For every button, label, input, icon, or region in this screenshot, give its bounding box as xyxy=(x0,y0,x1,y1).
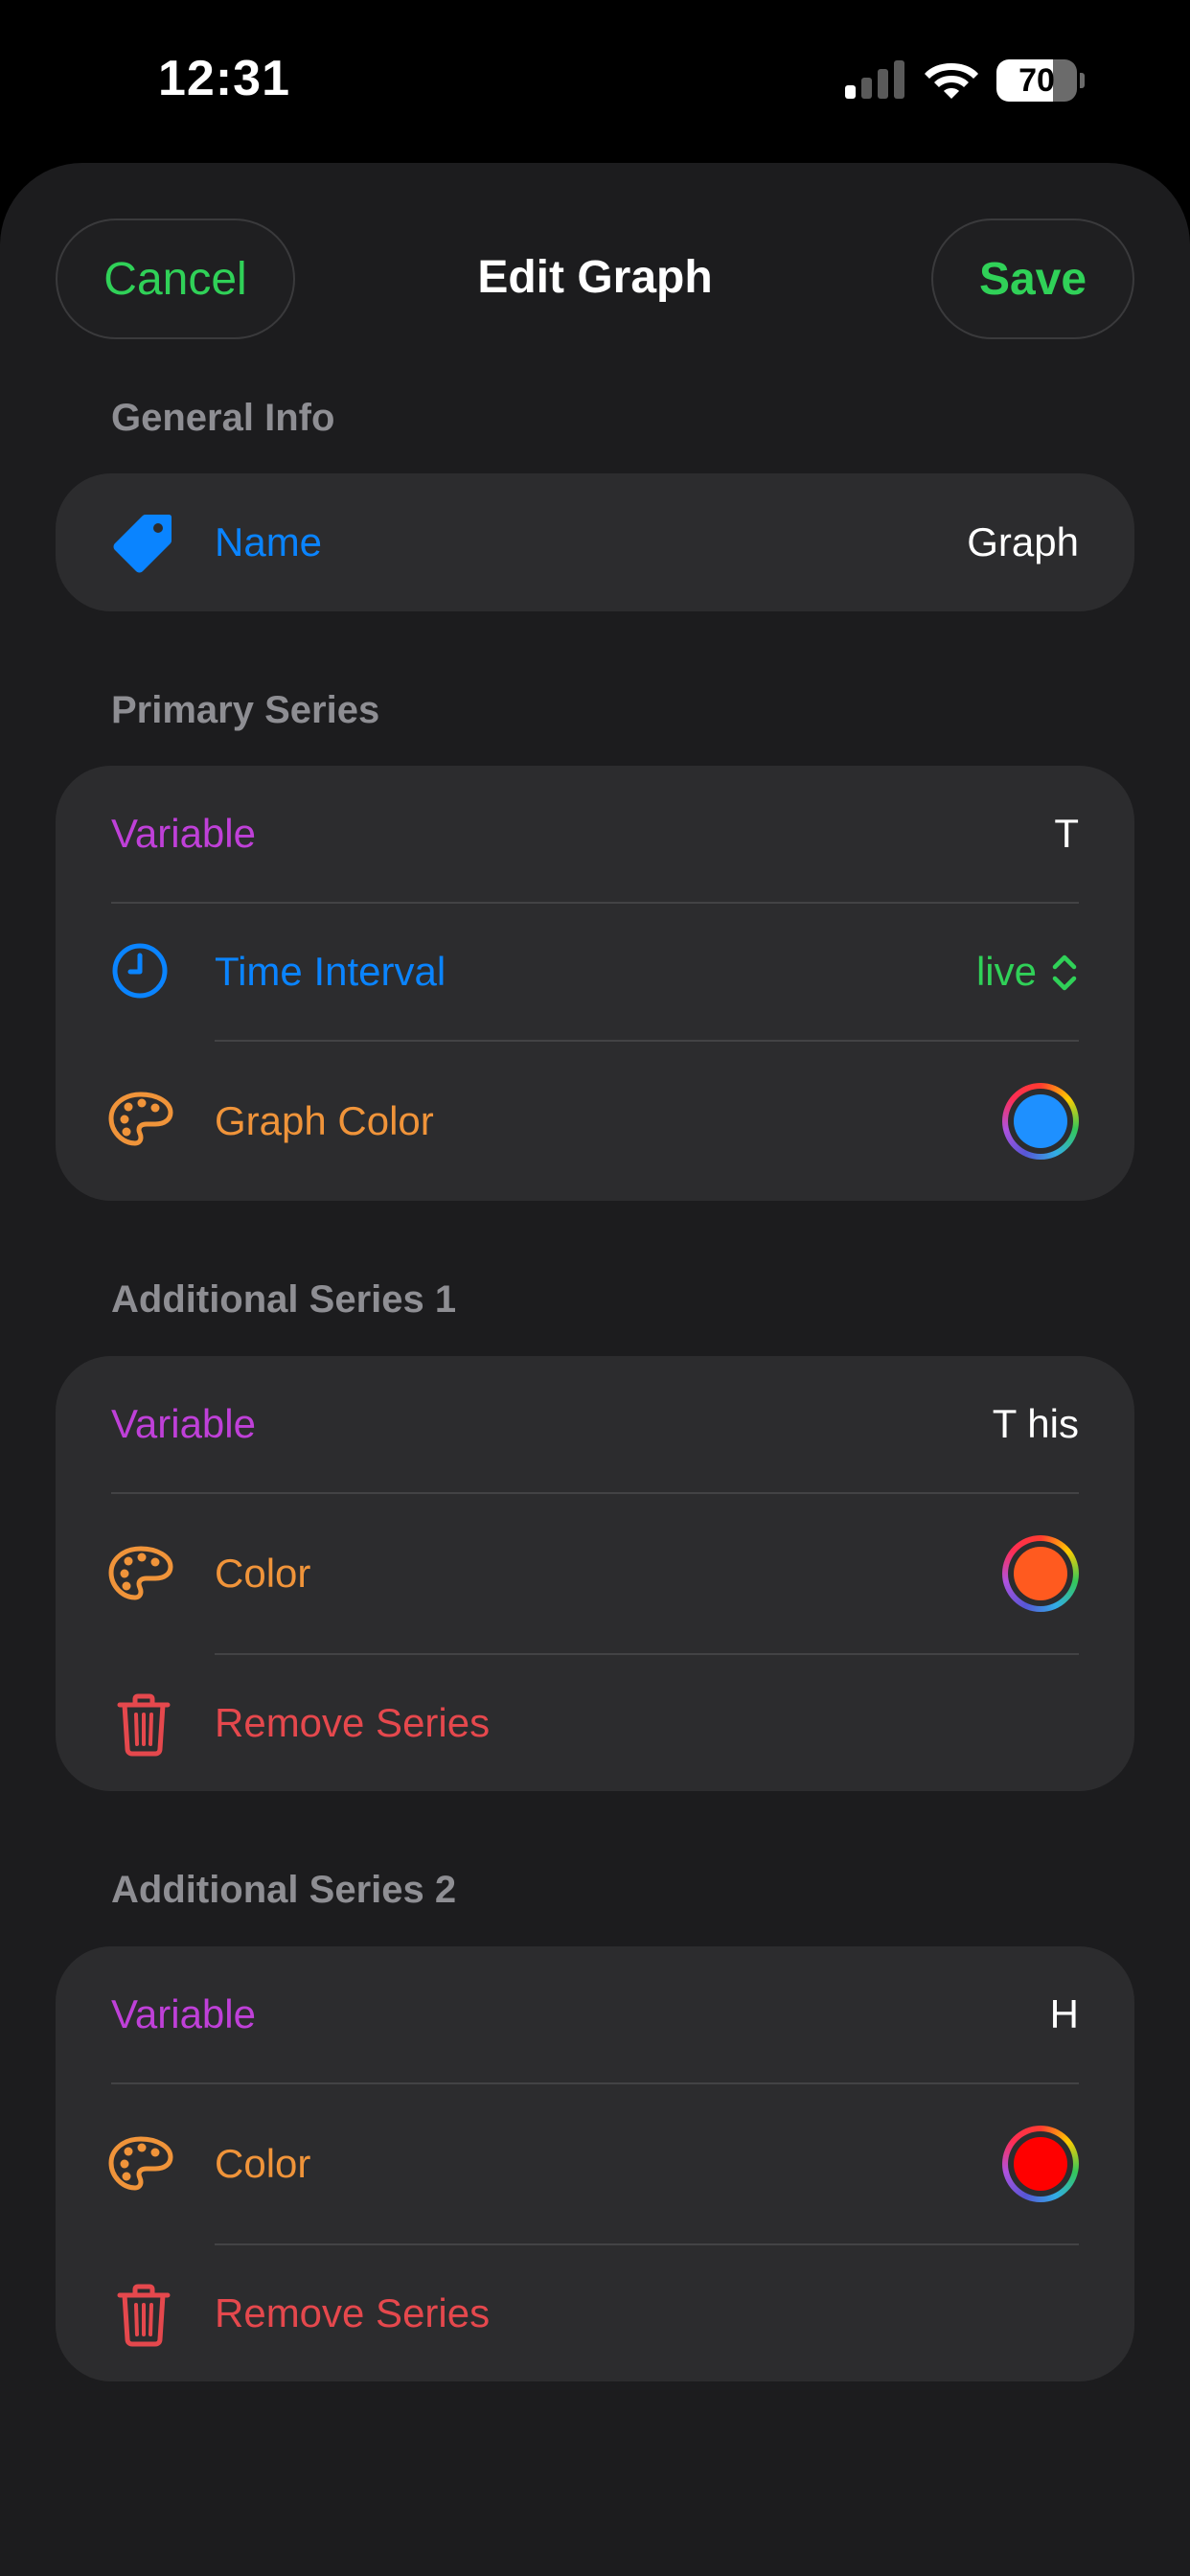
primary-series-card: Variable T Time Interval live Graph Colo… xyxy=(56,766,1134,1201)
wifi-icon xyxy=(925,63,978,99)
color-swatch xyxy=(1014,2137,1067,2191)
screen: 12:31 70 Cancel Edit Graph Save General … xyxy=(0,0,1190,2576)
series-2-color-row[interactable]: Color xyxy=(56,2084,1134,2243)
variable-label: Variable xyxy=(111,811,256,856)
save-button[interactable]: Save xyxy=(931,218,1134,339)
trash-icon xyxy=(117,1693,171,1757)
status-time: 12:31 xyxy=(158,51,290,106)
remove-series-button[interactable]: Remove Series xyxy=(215,1699,490,1747)
variable-value: H xyxy=(1049,1991,1079,2036)
battery-body: 70 xyxy=(996,59,1077,102)
graph-color-label: Graph Color xyxy=(215,1098,434,1143)
name-label: Name xyxy=(215,519,323,564)
variable-label: Variable xyxy=(111,1401,256,1446)
palette-icon xyxy=(108,2136,173,2191)
color-label: Color xyxy=(215,2141,311,2186)
remove-series-2-row[interactable]: Remove Series xyxy=(56,2245,1134,2381)
tag-icon xyxy=(113,515,172,573)
remove-series-button[interactable]: Remove Series xyxy=(215,2289,490,2337)
graph-color-row[interactable]: Graph Color xyxy=(56,1042,1134,1201)
cellular-signal-icon xyxy=(845,60,904,99)
color-picker-well[interactable] xyxy=(1002,1083,1079,1160)
color-swatch xyxy=(1014,1094,1067,1148)
time-interval-value[interactable]: live xyxy=(976,948,1037,996)
time-interval-label: Time Interval xyxy=(215,949,446,994)
remove-series-1-row[interactable]: Remove Series xyxy=(56,1655,1134,1791)
color-swatch xyxy=(1014,1547,1067,1600)
edit-graph-sheet: Cancel Edit Graph Save General Info Name… xyxy=(0,163,1190,2576)
additional-series-2-card: Variable H Color Remove Series xyxy=(56,1946,1134,2381)
trash-icon xyxy=(117,2284,171,2347)
color-picker-well[interactable] xyxy=(1002,1535,1079,1612)
series-2-variable-row[interactable]: Variable H xyxy=(56,1946,1134,2082)
name-value: Graph xyxy=(967,519,1079,564)
section-header-general-info: General Info xyxy=(111,397,335,439)
section-header-additional-series-2: Additional Series 2 xyxy=(111,1869,457,1911)
time-interval-row[interactable]: Time Interval live xyxy=(56,904,1134,1040)
series-1-color-row[interactable]: Color xyxy=(56,1494,1134,1653)
variable-value: T xyxy=(1054,811,1079,856)
clock-icon xyxy=(112,943,168,999)
battery-indicator: 70 xyxy=(996,59,1085,102)
color-picker-well[interactable] xyxy=(1002,2126,1079,2202)
section-header-primary-series: Primary Series xyxy=(111,689,380,731)
general-info-card: Name Graph xyxy=(56,473,1134,611)
variable-label: Variable xyxy=(111,1991,256,2036)
color-label: Color xyxy=(215,1551,311,1596)
primary-variable-row[interactable]: Variable T xyxy=(56,766,1134,902)
name-row[interactable]: Name Graph xyxy=(56,473,1134,611)
variable-value: T his xyxy=(992,1401,1079,1446)
section-header-additional-series-1: Additional Series 1 xyxy=(111,1278,457,1321)
palette-icon xyxy=(108,1092,173,1146)
chevron-up-down-icon[interactable] xyxy=(1050,952,1079,994)
battery-tip xyxy=(1080,73,1085,88)
battery-percent: 70 xyxy=(1018,62,1055,99)
status-bar: 12:31 70 xyxy=(0,0,1190,163)
additional-series-1-card: Variable T his Color Remove Series xyxy=(56,1356,1134,1791)
palette-icon xyxy=(108,1546,173,1600)
series-1-variable-row[interactable]: Variable T his xyxy=(56,1356,1134,1492)
